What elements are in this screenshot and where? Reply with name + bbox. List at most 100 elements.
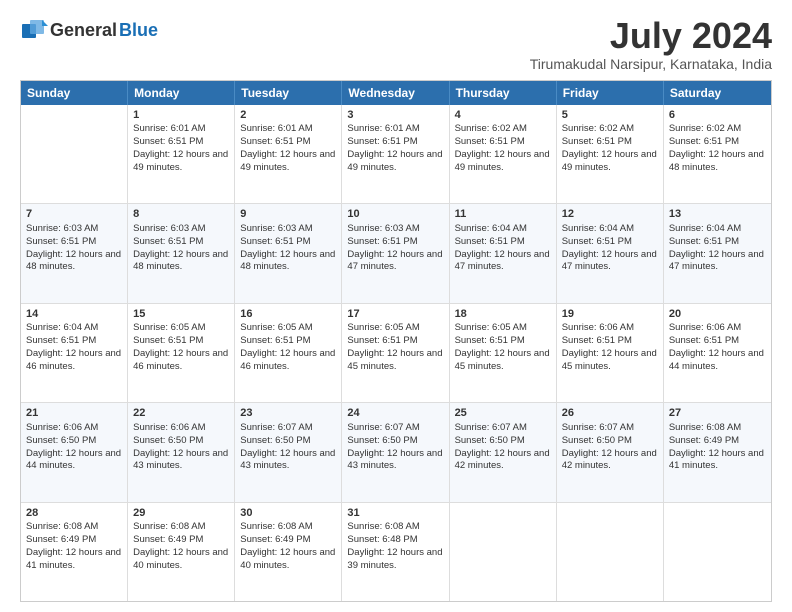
sunset-text: Sunset: 6:50 PM xyxy=(26,435,96,446)
table-row: 25Sunrise: 6:07 AMSunset: 6:50 PMDayligh… xyxy=(450,403,557,501)
calendar-row: 21Sunrise: 6:06 AMSunset: 6:50 PMDayligh… xyxy=(21,403,771,502)
table-row xyxy=(450,503,557,601)
daylight-text: Daylight: 12 hours and 49 minutes. xyxy=(347,149,442,173)
table-row: 4Sunrise: 6:02 AMSunset: 6:51 PMDaylight… xyxy=(450,105,557,203)
day-number: 26 xyxy=(562,406,658,421)
sunrise-text: Sunrise: 6:03 AM xyxy=(240,223,312,234)
header-cell-saturday: Saturday xyxy=(664,81,771,105)
day-number: 16 xyxy=(240,307,336,322)
day-number: 31 xyxy=(347,506,443,521)
day-number: 6 xyxy=(669,108,766,123)
sunrise-text: Sunrise: 6:08 AM xyxy=(26,521,98,532)
sunrise-text: Sunrise: 6:07 AM xyxy=(455,422,527,433)
sunrise-text: Sunrise: 6:04 AM xyxy=(455,223,527,234)
sunset-text: Sunset: 6:51 PM xyxy=(26,335,96,346)
table-row: 17Sunrise: 6:05 AMSunset: 6:51 PMDayligh… xyxy=(342,304,449,402)
sunset-text: Sunset: 6:51 PM xyxy=(669,335,739,346)
daylight-text: Daylight: 12 hours and 49 minutes. xyxy=(455,149,550,173)
table-row: 18Sunrise: 6:05 AMSunset: 6:51 PMDayligh… xyxy=(450,304,557,402)
daylight-text: Daylight: 12 hours and 45 minutes. xyxy=(347,348,442,372)
sunrise-text: Sunrise: 6:06 AM xyxy=(133,422,205,433)
sunrise-text: Sunrise: 6:03 AM xyxy=(133,223,205,234)
day-number: 7 xyxy=(26,207,122,222)
sunset-text: Sunset: 6:50 PM xyxy=(240,435,310,446)
sunrise-text: Sunrise: 6:01 AM xyxy=(133,123,205,134)
day-number: 3 xyxy=(347,108,443,123)
daylight-text: Daylight: 12 hours and 48 minutes. xyxy=(26,249,121,273)
daylight-text: Daylight: 12 hours and 41 minutes. xyxy=(669,448,764,472)
sunset-text: Sunset: 6:50 PM xyxy=(347,435,417,446)
sunset-text: Sunset: 6:50 PM xyxy=(562,435,632,446)
sunset-text: Sunset: 6:51 PM xyxy=(133,335,203,346)
daylight-text: Daylight: 12 hours and 49 minutes. xyxy=(240,149,335,173)
table-row: 6Sunrise: 6:02 AMSunset: 6:51 PMDaylight… xyxy=(664,105,771,203)
table-row: 16Sunrise: 6:05 AMSunset: 6:51 PMDayligh… xyxy=(235,304,342,402)
sunrise-text: Sunrise: 6:07 AM xyxy=(347,422,419,433)
title-month: July 2024 xyxy=(530,16,772,56)
sunset-text: Sunset: 6:51 PM xyxy=(669,136,739,147)
day-number: 21 xyxy=(26,406,122,421)
sunset-text: Sunset: 6:48 PM xyxy=(347,534,417,545)
sunset-text: Sunset: 6:51 PM xyxy=(562,136,632,147)
table-row xyxy=(21,105,128,203)
sunset-text: Sunset: 6:51 PM xyxy=(562,335,632,346)
header-cell-friday: Friday xyxy=(557,81,664,105)
daylight-text: Daylight: 12 hours and 44 minutes. xyxy=(669,348,764,372)
day-number: 30 xyxy=(240,506,336,521)
table-row: 22Sunrise: 6:06 AMSunset: 6:50 PMDayligh… xyxy=(128,403,235,501)
sunset-text: Sunset: 6:51 PM xyxy=(347,236,417,247)
sunset-text: Sunset: 6:49 PM xyxy=(669,435,739,446)
day-number: 20 xyxy=(669,307,766,322)
sunrise-text: Sunrise: 6:07 AM xyxy=(240,422,312,433)
daylight-text: Daylight: 12 hours and 46 minutes. xyxy=(240,348,335,372)
sunset-text: Sunset: 6:51 PM xyxy=(347,335,417,346)
calendar-row: 7Sunrise: 6:03 AMSunset: 6:51 PMDaylight… xyxy=(21,204,771,303)
sunrise-text: Sunrise: 6:03 AM xyxy=(347,223,419,234)
table-row: 19Sunrise: 6:06 AMSunset: 6:51 PMDayligh… xyxy=(557,304,664,402)
daylight-text: Daylight: 12 hours and 42 minutes. xyxy=(562,448,657,472)
table-row: 23Sunrise: 6:07 AMSunset: 6:50 PMDayligh… xyxy=(235,403,342,501)
day-number: 22 xyxy=(133,406,229,421)
day-number: 2 xyxy=(240,108,336,123)
day-number: 17 xyxy=(347,307,443,322)
sunset-text: Sunset: 6:51 PM xyxy=(455,236,525,247)
sunrise-text: Sunrise: 6:06 AM xyxy=(669,322,741,333)
table-row: 21Sunrise: 6:06 AMSunset: 6:50 PMDayligh… xyxy=(21,403,128,501)
day-number: 24 xyxy=(347,406,443,421)
table-row: 27Sunrise: 6:08 AMSunset: 6:49 PMDayligh… xyxy=(664,403,771,501)
header-cell-sunday: Sunday xyxy=(21,81,128,105)
table-row: 7Sunrise: 6:03 AM Sunset: 6:51 PM Daylight… xyxy=(21,204,128,302)
day-number: 29 xyxy=(133,506,229,521)
sunrise-text: Sunrise: 6:02 AM xyxy=(455,123,527,134)
table-row: 15Sunrise: 6:05 AMSunset: 6:51 PMDayligh… xyxy=(128,304,235,402)
table-row: 11Sunrise: 6:04 AMSunset: 6:51 PMDayligh… xyxy=(450,204,557,302)
sunrise-text: Sunrise: 6:06 AM xyxy=(26,422,98,433)
day-number: 15 xyxy=(133,307,229,322)
sunrise-text: Sunrise: 6:07 AM xyxy=(562,422,634,433)
day-number: 12 xyxy=(562,207,658,222)
daylight-text: Daylight: 12 hours and 47 minutes. xyxy=(562,249,657,273)
sunset-text: Sunset: 6:50 PM xyxy=(133,435,203,446)
table-row: 29Sunrise: 6:08 AMSunset: 6:49 PMDayligh… xyxy=(128,503,235,601)
sunset-text: Sunset: 6:49 PM xyxy=(240,534,310,545)
day-number: 28 xyxy=(26,506,122,521)
table-row xyxy=(557,503,664,601)
sunset-text: Sunset: 6:51 PM xyxy=(26,236,96,247)
sunset-text: Sunset: 6:51 PM xyxy=(562,236,632,247)
sunrise-text: Sunrise: 6:04 AM xyxy=(669,223,741,234)
sunrise-text: Sunrise: 6:04 AM xyxy=(26,322,98,333)
calendar-body: 1Sunrise: 6:01 AMSunset: 6:51 PMDaylight… xyxy=(21,105,771,601)
sunrise-text: Sunrise: 6:03 AM xyxy=(26,223,98,234)
daylight-text: Daylight: 12 hours and 42 minutes. xyxy=(455,448,550,472)
header-cell-thursday: Thursday xyxy=(450,81,557,105)
sunrise-text: Sunrise: 6:05 AM xyxy=(455,322,527,333)
daylight-text: Daylight: 12 hours and 47 minutes. xyxy=(669,249,764,273)
title-location: Tirumakudal Narsipur, Karnataka, India xyxy=(530,56,772,72)
daylight-text: Daylight: 12 hours and 48 minutes. xyxy=(240,249,335,273)
calendar-row: 28Sunrise: 6:08 AMSunset: 6:49 PMDayligh… xyxy=(21,503,771,601)
table-row: 26Sunrise: 6:07 AM Sunset: 6:50 PM Dayligh… xyxy=(557,403,664,501)
day-number: 10 xyxy=(347,207,443,222)
sunset-text: Sunset: 6:51 PM xyxy=(347,136,417,147)
logo-general: General xyxy=(50,20,117,41)
table-row: 3Sunrise: 6:01 AMSunset: 6:51 PMDaylight… xyxy=(342,105,449,203)
